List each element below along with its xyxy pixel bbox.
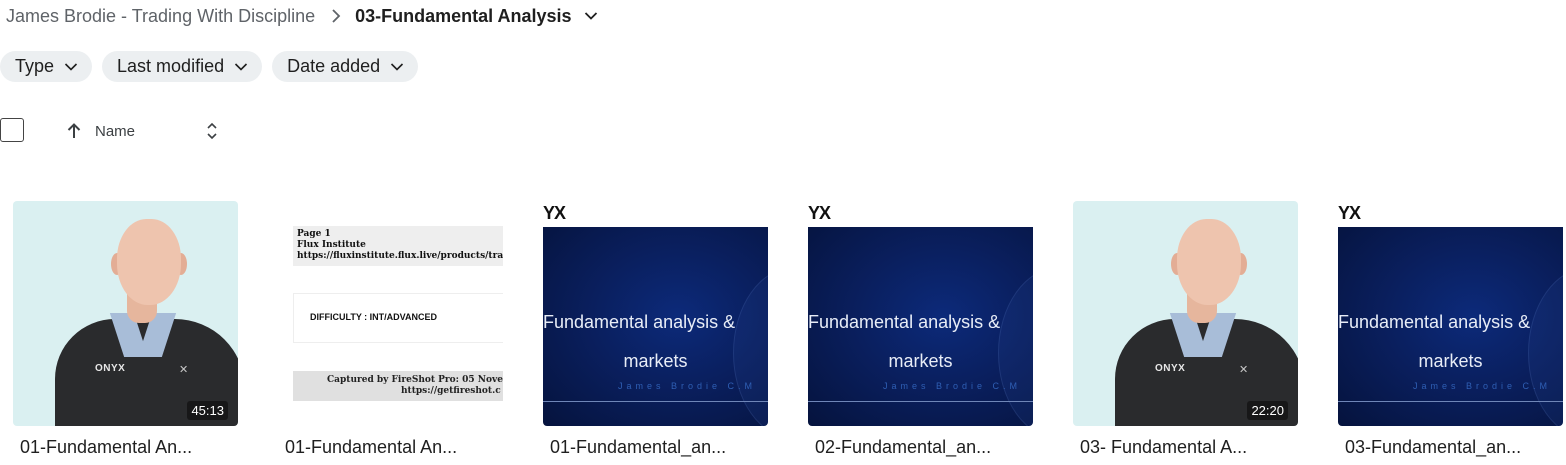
sort-options-unfold-icon[interactable] (205, 120, 219, 147)
doc-capture-note: Captured by FireShot Pro: 05 Novemb (327, 375, 503, 385)
filter-bar: Type Last modified Date added (0, 51, 419, 82)
filter-date-added-chip[interactable]: Date added (272, 51, 419, 82)
document-thumbnail: Page 1 Flux Institute https://fluxinstit… (278, 201, 503, 426)
slide-brand-logo: YX (808, 203, 831, 223)
brand-mark-icon: ✕ (1239, 364, 1249, 376)
chevron-down-icon (234, 62, 248, 72)
slide-byline: James Brodie C.M (883, 381, 1022, 391)
filter-last-modified-chip[interactable]: Last modified (102, 51, 263, 82)
slide-title-line2: markets (1418, 351, 1483, 371)
file-name[interactable]: 01-Fundamental An... (285, 437, 457, 458)
chevron-right-icon (331, 9, 341, 23)
doc-capture-url: https://getfireshot.c (401, 386, 501, 396)
chevron-down-icon (390, 62, 404, 72)
slide-title-line1: Fundamental analysis & (808, 312, 1001, 332)
slide-title-line1: Fundamental analysis & (1338, 312, 1531, 332)
video-duration-badge: 22:20 (1247, 401, 1288, 420)
slide-thumbnail: YX Fundamental analysis & markets James … (543, 201, 768, 426)
doc-url: https://fluxinstitute.flux.live/products… (297, 251, 503, 261)
filter-last-modified-label: Last modified (117, 56, 225, 76)
slide-thumbnail: YX Fundamental analysis & markets James … (1338, 201, 1563, 426)
filter-type-chip[interactable]: Type (0, 51, 93, 82)
filter-date-added-label: Date added (287, 56, 381, 76)
breadcrumb-parent-folder[interactable]: James Brodie - Trading With Discipline (6, 6, 315, 27)
slide-title-line1: Fundamental analysis & (543, 312, 736, 332)
slide-byline: James Brodie C.M (1413, 381, 1552, 391)
video-thumbnail: ONYX ✕ 22:20 (1073, 201, 1298, 426)
brand-mark-icon: ✕ (179, 364, 189, 376)
slide-brand-logo: YX (1338, 203, 1361, 223)
jacket-logo: ONYX (1155, 363, 1186, 374)
breadcrumb-current-folder[interactable]: 03-Fundamental Analysis (355, 6, 571, 27)
file-name[interactable]: 01-Fundamental_an... (550, 437, 726, 458)
sort-bar: Name (0, 118, 240, 145)
slide-byline: James Brodie C.M (618, 381, 757, 391)
filter-type-label: Type (15, 56, 55, 76)
video-duration-badge: 45:13 (187, 401, 228, 420)
doc-page-number: Page 1 (297, 229, 331, 239)
slide-brand-logo: YX (543, 203, 566, 223)
sort-by-name-label[interactable]: Name (95, 123, 135, 140)
chevron-down-icon (64, 62, 78, 72)
doc-source: Flux Institute (297, 240, 366, 250)
breadcrumb: James Brodie - Trading With Discipline 0… (6, 4, 598, 28)
slide-title-line2: markets (888, 351, 953, 371)
folder-menu-chevron-down-icon[interactable] (584, 11, 598, 21)
video-thumbnail: ONYX ✕ 45:13 (13, 201, 238, 426)
jacket-logo: ONYX (95, 363, 126, 374)
doc-difficulty: DIFFICULTY : INT/ADVANCED (293, 293, 503, 343)
slide-thumbnail: YX Fundamental analysis & markets James … (808, 201, 1033, 426)
file-name[interactable]: 02-Fundamental_an... (815, 437, 991, 458)
file-name[interactable]: 03-Fundamental_an... (1345, 437, 1521, 458)
file-name[interactable]: 01-Fundamental An... (20, 437, 192, 458)
select-all-checkbox[interactable] (0, 118, 24, 142)
file-name[interactable]: 03- Fundamental A... (1080, 437, 1247, 458)
arrow-up-icon[interactable] (66, 122, 82, 145)
slide-title-line2: markets (623, 351, 688, 371)
